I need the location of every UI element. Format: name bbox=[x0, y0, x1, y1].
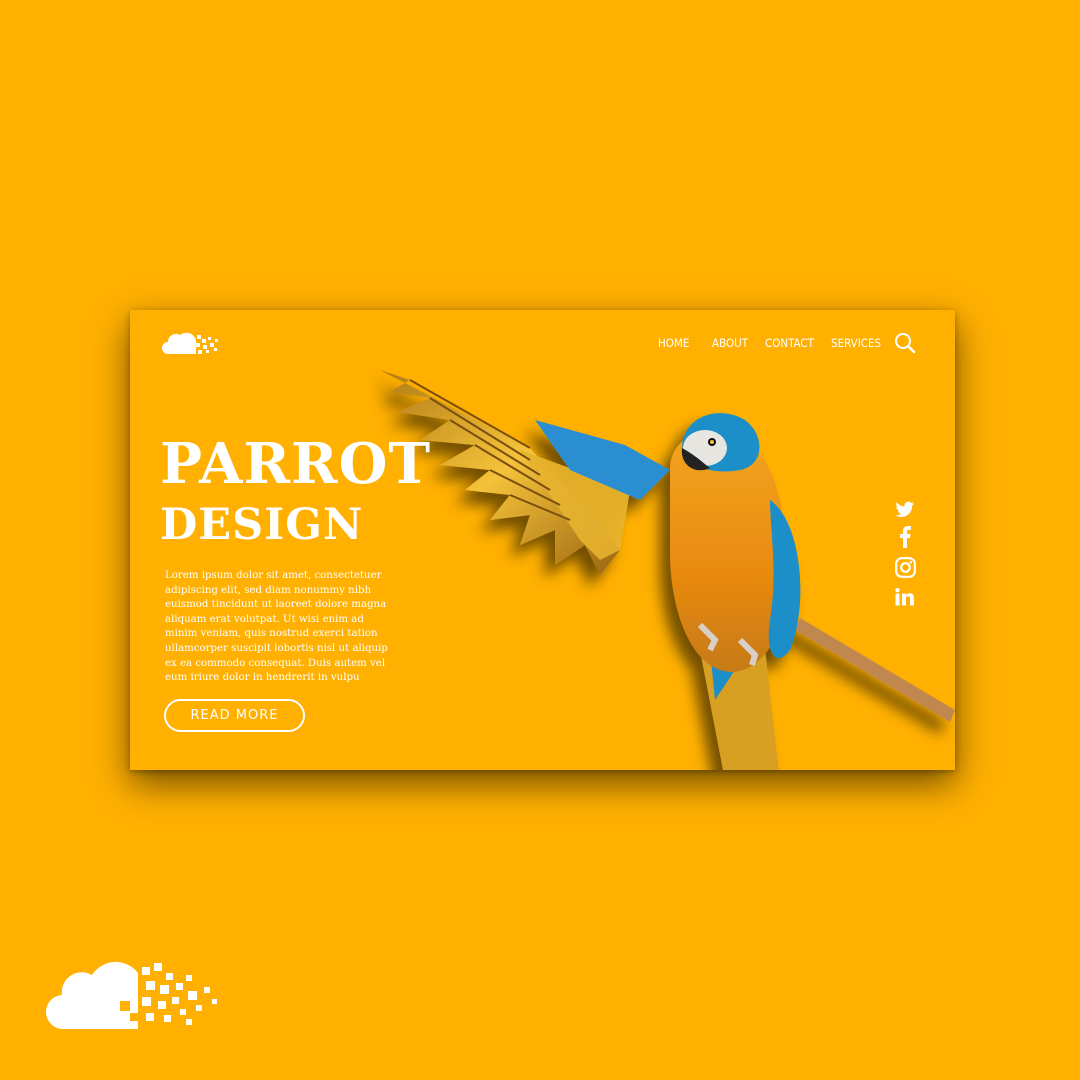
nav-contact[interactable]: CONTACT bbox=[765, 336, 814, 350]
nav-home[interactable]: HOME bbox=[658, 336, 689, 350]
linkedin-icon[interactable] bbox=[893, 585, 917, 609]
nav-services[interactable]: SERVICES bbox=[831, 336, 881, 350]
nav-about[interactable]: ABOUT bbox=[712, 336, 748, 350]
hero-body-text: Lorem ipsum dolor sit amet, consectetuer… bbox=[165, 570, 388, 684]
facebook-icon[interactable] bbox=[893, 525, 917, 549]
hero-title-line1: PARROT bbox=[160, 431, 432, 497]
parrot-image bbox=[380, 370, 955, 770]
cloud-logo-icon bbox=[46, 961, 217, 1030]
instagram-icon[interactable] bbox=[893, 555, 917, 579]
hero-title-line2: DESIGN bbox=[160, 500, 364, 550]
landing-page-card: HOME ABOUT CONTACT SERVICES PARROT DESIG… bbox=[130, 310, 955, 770]
twitter-icon[interactable] bbox=[893, 497, 917, 521]
read-more-button[interactable]: READ MORE bbox=[164, 699, 305, 732]
cloud-logo-icon[interactable] bbox=[162, 328, 220, 356]
